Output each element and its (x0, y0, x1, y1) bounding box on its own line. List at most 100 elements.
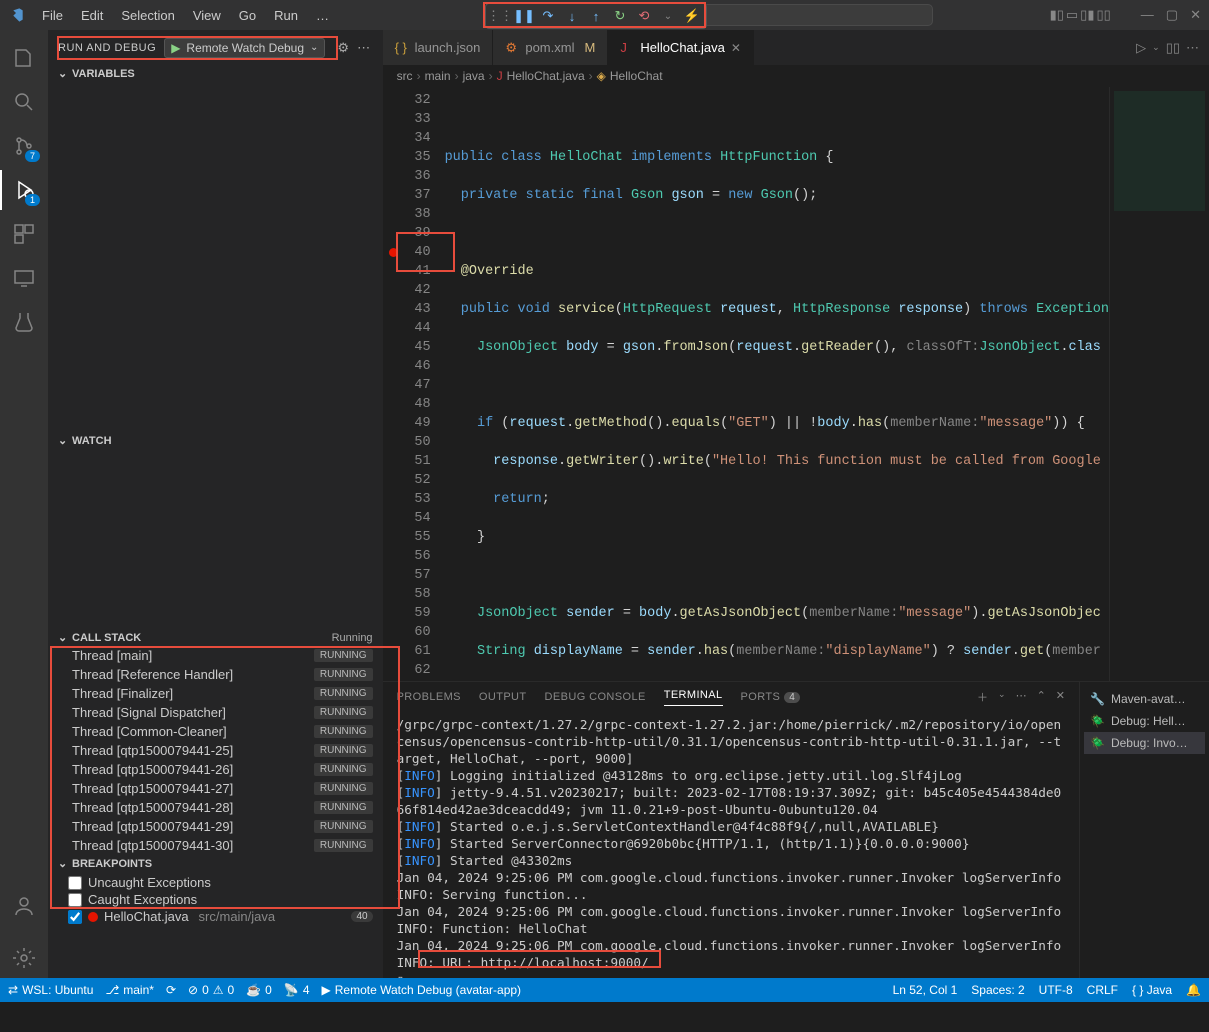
thread-row[interactable]: Thread [qtp1500079441-30]RUNNING (48, 836, 383, 855)
line-number[interactable]: 37 (383, 186, 431, 205)
tab-pom-xml[interactable]: ⚙pom.xmlM (493, 30, 608, 65)
caught-exceptions-checkbox[interactable] (68, 893, 82, 907)
maximize-panel-icon[interactable]: ⌃ (1037, 689, 1046, 705)
chevron-down-icon[interactable]: ⌄ (998, 689, 1006, 705)
line-number[interactable]: 41 (383, 262, 431, 281)
call-stack-header[interactable]: ⌄CALL STACKRunning (48, 629, 383, 646)
debug-pause-icon[interactable]: ❚❚ (514, 6, 534, 26)
thread-row[interactable]: Thread [main]RUNNING (48, 646, 383, 665)
split-editor-icon[interactable]: ▯▯ (1166, 40, 1180, 56)
menu-go[interactable]: Go (231, 4, 264, 27)
cursor-position[interactable]: Ln 52, Col 1 (893, 983, 958, 997)
line-number[interactable]: 32 (383, 91, 431, 110)
thread-row[interactable]: Thread [Reference Handler]RUNNING (48, 665, 383, 684)
window-maximize-icon[interactable]: ▢ (1166, 7, 1178, 23)
line-number[interactable]: 60 (383, 623, 431, 642)
thread-row[interactable]: Thread [qtp1500079441-29]RUNNING (48, 817, 383, 836)
ports-status[interactable]: 📡4 (284, 983, 310, 997)
activity-remote-explorer-icon[interactable] (0, 258, 48, 298)
chevron-down-icon[interactable]: ⌄ (1152, 42, 1160, 53)
minimap[interactable] (1109, 87, 1209, 681)
thread-row[interactable]: Thread [qtp1500079441-26]RUNNING (48, 760, 383, 779)
panel-tab-output[interactable]: OUTPUT (479, 691, 527, 703)
chevron-down-icon[interactable]: ⌄ (310, 42, 318, 53)
breakpoint-file[interactable]: HelloChat.java (104, 909, 189, 924)
line-number[interactable]: 50 (383, 433, 431, 452)
breakpoint-dot-icon[interactable] (389, 248, 398, 257)
debug-step-out-icon[interactable]: ↑ (586, 6, 606, 26)
terminal-content[interactable]: /grpc/grpc-context/1.27.2/grpc-context-1… (383, 712, 1079, 978)
window-minimize-icon[interactable]: — (1141, 7, 1154, 23)
line-number[interactable]: 34 (383, 129, 431, 148)
line-number[interactable]: 59 (383, 604, 431, 623)
panel-tab-ports[interactable]: PORTS4 (741, 691, 801, 703)
git-branch[interactable]: ⎇main* (105, 983, 154, 997)
line-number[interactable]: 39 (383, 224, 431, 243)
tab-launch-json[interactable]: { }launch.json (383, 30, 494, 65)
debug-step-into-icon[interactable]: ↓ (562, 6, 582, 26)
open-launch-json-icon[interactable]: ⚙ (337, 40, 349, 56)
breakpoint-checkbox[interactable] (68, 910, 82, 924)
terminal-item-debug-2[interactable]: 🪲Debug: Invo… (1084, 732, 1205, 754)
notifications-icon[interactable]: 🔔 (1186, 983, 1201, 997)
debug-config-dropdown[interactable]: ▶ Remote Watch Debug ⌄ (164, 38, 325, 58)
line-number[interactable]: 33 (383, 110, 431, 129)
sync-button[interactable]: ⟳ (166, 983, 176, 997)
panel-tab-problems[interactable]: PROBLEMS (397, 691, 461, 703)
editor-more-icon[interactable]: ⋯ (1186, 40, 1199, 56)
line-number-gutter[interactable]: 3233343536373839404142434445464748495051… (383, 87, 445, 681)
code-editor[interactable]: 3233343536373839404142434445464748495051… (383, 87, 1209, 681)
activity-explorer-icon[interactable] (0, 38, 48, 78)
line-number[interactable]: 36 (383, 167, 431, 186)
start-debug-icon[interactable]: ▶ (171, 41, 180, 55)
panel-tab-debug-console[interactable]: DEBUG CONSOLE (545, 691, 646, 703)
new-terminal-icon[interactable]: ＋ (977, 689, 988, 705)
thread-row[interactable]: Thread [Signal Dispatcher]RUNNING (48, 703, 383, 722)
tab-hellochat-java[interactable]: JHelloChat.java✕ (608, 30, 754, 65)
line-number[interactable]: 47 (383, 376, 431, 395)
line-number[interactable]: 52 (383, 471, 431, 490)
problems-status[interactable]: ⊘0 ⚠0 (188, 983, 234, 997)
terminal-item-debug-1[interactable]: 🪲Debug: Hell… (1084, 710, 1205, 732)
customize-layout-icon[interactable]: ▯▮ (1080, 7, 1094, 23)
uncaught-exceptions-checkbox[interactable] (68, 876, 82, 890)
line-number[interactable]: 38 (383, 205, 431, 224)
breakpoints-header[interactable]: ⌄BREAKPOINTS (48, 855, 383, 872)
watch-header[interactable]: ⌄WATCH (48, 432, 383, 449)
line-number[interactable]: 45 (383, 338, 431, 357)
close-tab-icon[interactable]: ✕ (731, 41, 741, 55)
line-number[interactable]: 55 (383, 528, 431, 547)
window-close-icon[interactable]: ✕ (1190, 7, 1201, 23)
activity-run-debug-icon[interactable]: 1 (0, 170, 48, 210)
debug-drag-handle-icon[interactable]: ⋮⋮ (490, 6, 510, 26)
line-number[interactable]: 42 (383, 281, 431, 300)
debug-restart-icon[interactable]: ↻ (610, 6, 630, 26)
menu-more[interactable]: … (308, 4, 337, 27)
activity-testing-icon[interactable] (0, 302, 48, 342)
eol[interactable]: CRLF (1087, 983, 1118, 997)
activity-search-icon[interactable] (0, 82, 48, 122)
activity-settings-icon[interactable] (0, 938, 48, 978)
debug-hot-code-replace-icon[interactable]: ⟲ (634, 6, 654, 26)
language-mode[interactable]: { } Java (1132, 983, 1172, 997)
debug-views-more-icon[interactable]: ⋯ (357, 40, 370, 56)
line-number[interactable]: 43 (383, 300, 431, 319)
line-number[interactable]: 56 (383, 547, 431, 566)
variables-header[interactable]: ⌄VARIABLES (48, 65, 383, 82)
thread-row[interactable]: Thread [qtp1500079441-25]RUNNING (48, 741, 383, 760)
menu-view[interactable]: View (185, 4, 229, 27)
activity-accounts-icon[interactable] (0, 886, 48, 926)
menu-edit[interactable]: Edit (73, 4, 111, 27)
line-number[interactable]: 40 (383, 243, 431, 262)
line-number[interactable]: 51 (383, 452, 431, 471)
panel-tab-terminal[interactable]: TERMINAL (664, 689, 723, 706)
activity-source-control-icon[interactable]: 7 (0, 126, 48, 166)
line-number[interactable]: 54 (383, 509, 431, 528)
panel-more-icon[interactable]: ⋯ (1016, 689, 1027, 705)
run-file-icon[interactable]: ▷ (1136, 40, 1146, 56)
line-number[interactable]: 62 (383, 661, 431, 680)
line-number[interactable]: 44 (383, 319, 431, 338)
debug-chevron-down-icon[interactable]: ⌄ (658, 6, 678, 26)
line-number[interactable]: 61 (383, 642, 431, 661)
terminal-item-maven[interactable]: 🔧Maven-avat… (1084, 688, 1205, 710)
